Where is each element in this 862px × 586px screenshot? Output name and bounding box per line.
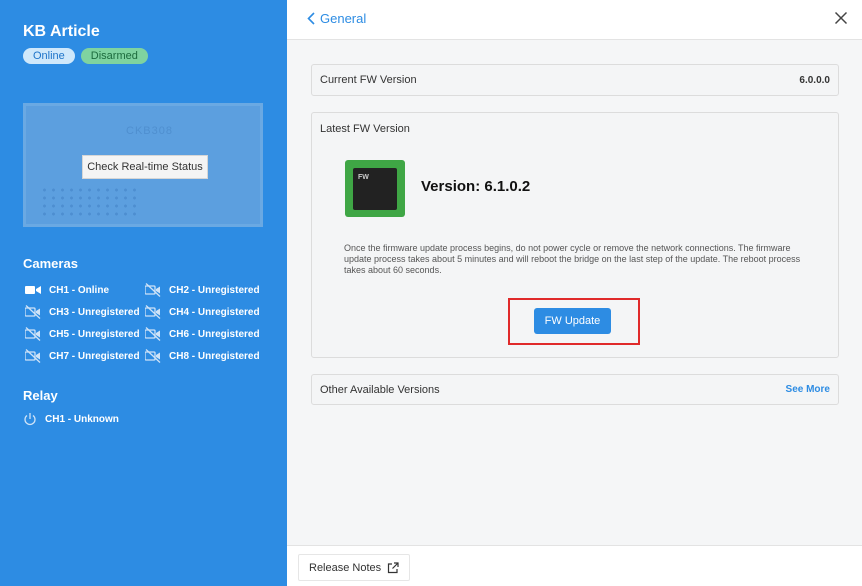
camera-label: CH6 - Unregistered [169, 328, 260, 340]
device-image: CKB308 Check Real-time Status [23, 103, 263, 227]
camera-item-ch3[interactable]: CH3 - Unregistered [25, 305, 140, 319]
release-notes-label: Release Notes [309, 561, 382, 574]
camera-off-icon [25, 327, 41, 341]
camera-label: CH1 - Online [49, 284, 110, 296]
camera-off-icon [145, 305, 161, 319]
camera-off-icon [145, 283, 161, 297]
camera-item-ch8[interactable]: CH8 - Unregistered [145, 349, 260, 363]
latest-fw-card: Latest FW Version FW Version: 6.1.0.2 On… [311, 112, 839, 358]
status-badge-disarmed: Disarmed [80, 48, 148, 64]
power-icon [24, 413, 36, 426]
camera-off-icon [145, 327, 161, 341]
chip-label: FW [358, 174, 369, 181]
current-fw-label: Current FW Version [320, 74, 417, 86]
fw-update-button[interactable]: FW Update [534, 308, 611, 334]
camera-off-icon [25, 349, 41, 363]
sidebar: KB Article Online Disarmed CKB308 Check … [0, 0, 287, 586]
camera-item-ch1[interactable]: CH1 - Online [25, 283, 109, 297]
page-title: KB Article [23, 23, 100, 40]
current-fw-value: 6.0.0.0 [799, 75, 830, 86]
current-fw-card: Current FW Version 6.0.0.0 [311, 64, 839, 96]
check-realtime-status-button[interactable]: Check Real-time Status [82, 155, 208, 179]
camera-label: CH3 - Unregistered [49, 306, 140, 318]
close-icon[interactable] [834, 11, 848, 25]
chevron-left-icon [307, 12, 315, 25]
device-port-pattern [40, 186, 140, 218]
camera-item-ch5[interactable]: CH5 - Unregistered [25, 327, 140, 341]
status-badges: Online Disarmed [23, 48, 148, 64]
back-button[interactable]: General [307, 11, 366, 26]
camera-label: CH4 - Unregistered [169, 306, 260, 318]
status-badge-online: Online [23, 48, 75, 64]
camera-item-ch6[interactable]: CH6 - Unregistered [145, 327, 260, 341]
device-model-label: CKB308 [126, 125, 173, 137]
camera-item-ch7[interactable]: CH7 - Unregistered [25, 349, 140, 363]
footer-bar: Release Notes [287, 545, 862, 586]
see-more-link[interactable]: See More [786, 384, 830, 395]
latest-fw-label: Latest FW Version [320, 123, 410, 135]
chip-die: FW [353, 168, 397, 210]
latest-version: Version: 6.1.0.2 [421, 178, 531, 195]
other-versions-label: Other Available Versions [320, 384, 440, 396]
camera-label: CH5 - Unregistered [49, 328, 140, 340]
release-notes-button[interactable]: Release Notes [298, 554, 411, 581]
main-panel: General Current FW Version 6.0.0.0 Lates… [287, 0, 862, 586]
camera-off-icon [145, 349, 161, 363]
camera-icon [25, 286, 41, 294]
camera-label: CH2 - Unregistered [169, 284, 260, 296]
camera-label: CH7 - Unregistered [49, 350, 140, 362]
camera-item-ch4[interactable]: CH4 - Unregistered [145, 305, 260, 319]
external-link-icon [388, 561, 399, 573]
camera-off-icon [25, 305, 41, 319]
relay-label: CH1 - Unknown [45, 413, 119, 425]
update-note: Once the firmware update process begins,… [344, 243, 801, 275]
camera-label: CH8 - Unregistered [169, 350, 260, 362]
back-label: General [320, 11, 367, 26]
camera-item-ch2[interactable]: CH2 - Unregistered [145, 283, 260, 297]
firmware-chip-icon: FW [345, 160, 405, 217]
relay-title: Relay [23, 388, 58, 403]
other-versions-card: Other Available Versions See More [311, 374, 839, 405]
cameras-title: Cameras [23, 256, 78, 271]
relay-item-ch1[interactable]: CH1 - Unknown [23, 412, 119, 426]
header-bar: General [287, 0, 862, 40]
